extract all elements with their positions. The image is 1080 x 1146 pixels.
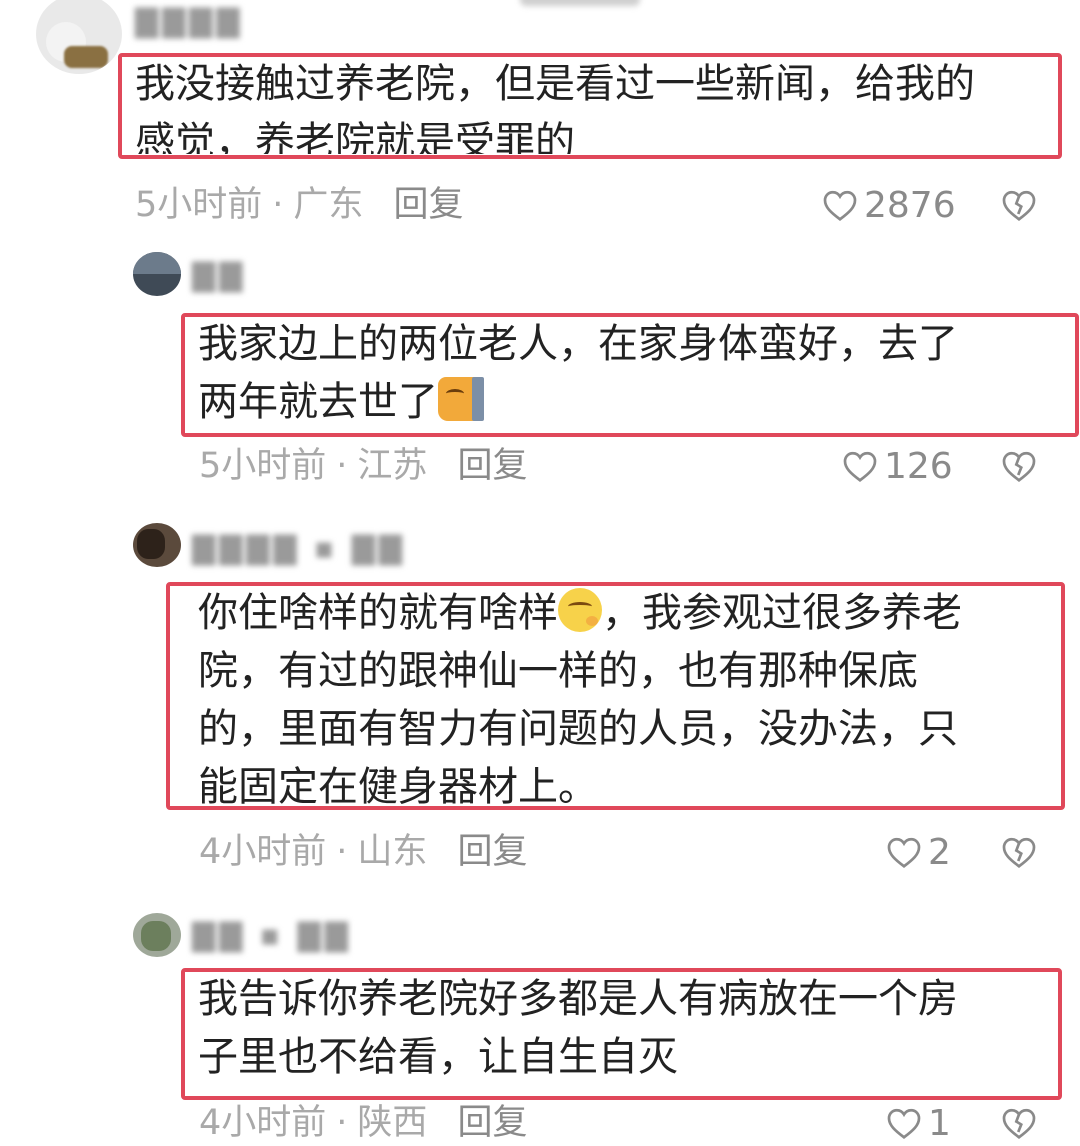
like-count: 126 [884,445,953,487]
reply-button[interactable]: 回复 [457,446,527,486]
comment-time: 5小时前 [199,446,327,486]
cropped-header [520,0,640,6]
avatar[interactable] [133,252,181,296]
comment-location: 陕西 [357,1103,428,1143]
comment-time: 4小时前 [199,832,327,872]
reply-button[interactable]: 回复 [393,185,463,225]
like-button[interactable]: 126 [842,445,953,487]
comment-thread: ▇▇▇▇ 我没接触过养老院，但是看过一些新闻，给我的 感觉，养老院就是受罪的 5… [0,0,1080,1146]
highlight-box [181,968,1062,1100]
heart-icon [823,190,857,221]
broken-heart-icon[interactable] [1001,1105,1037,1141]
comment-location: 江苏 [357,446,428,486]
broken-heart-icon[interactable] [1001,448,1037,484]
like-button[interactable]: 2876 [822,184,956,226]
heart-icon [887,837,921,868]
separator: · [272,185,284,225]
blurred-username[interactable]: ▇▇▇▇ ▪ ▇▇ [192,534,406,564]
avatar[interactable] [133,523,181,567]
avatar[interactable] [36,0,122,74]
broken-heart-icon[interactable] [1001,187,1037,223]
highlight-box [118,53,1062,159]
comment-location: 广东 [293,185,364,225]
comment-meta: 4小时前 · 陕西 回复 [199,1103,527,1143]
highlight-box [166,582,1065,810]
broken-heart-icon[interactable] [1001,834,1037,870]
blurred-username[interactable]: ▇▇ ▪ ▇▇ [192,921,352,951]
comment-meta: 5小时前 · 广东 回复 [135,185,463,225]
comment-time: 5小时前 [135,185,263,225]
heart-icon [843,451,877,482]
blurred-username[interactable]: ▇▇▇▇ [135,7,243,37]
comment-meta: 4小时前 · 山东 回复 [199,832,527,872]
reply-button[interactable]: 回复 [457,832,527,872]
like-button[interactable]: 1 [886,1102,951,1144]
highlight-box [181,313,1079,437]
like-button[interactable]: 2 [886,831,951,873]
separator: · [336,832,348,872]
separator: · [336,446,348,486]
blurred-username[interactable]: ▇▇ [192,261,246,291]
like-count: 1 [928,1102,951,1144]
comment-location: 山东 [357,832,428,872]
separator: · [336,1103,348,1143]
heart-icon [887,1108,921,1139]
like-count: 2876 [864,184,956,226]
comment-meta: 5小时前 · 江苏 回复 [199,446,527,486]
avatar[interactable] [133,913,181,957]
like-count: 2 [928,831,951,873]
comment-time: 4小时前 [199,1103,327,1143]
reply-button[interactable]: 回复 [457,1103,527,1143]
